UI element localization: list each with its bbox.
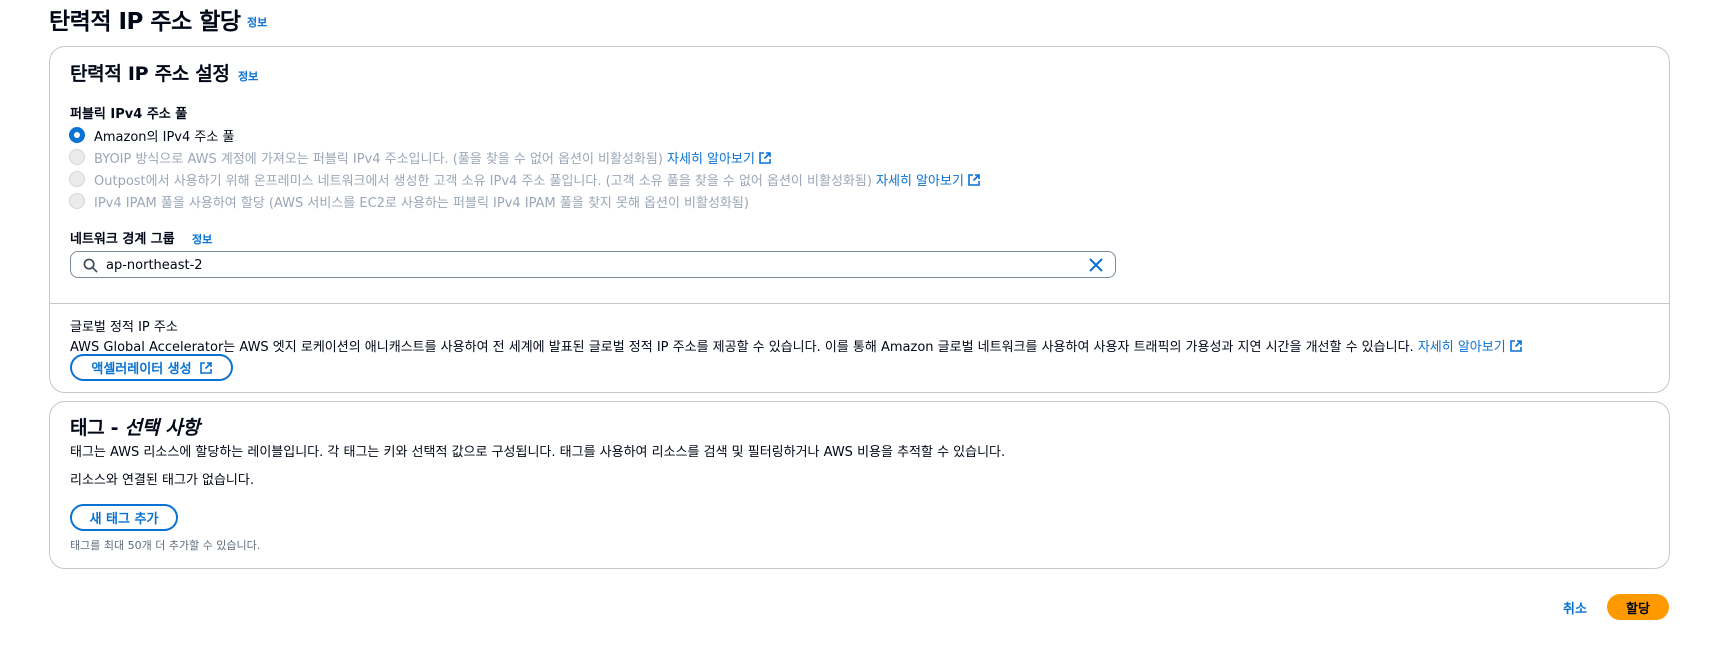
tags-empty-text: 리소스와 연결된 태그가 없습니다. [70, 473, 254, 488]
tags-optional-label: 선택 사항 [124, 417, 200, 439]
network-border-info-link[interactable]: 정보 [192, 231, 212, 247]
radio-ipam-pool [69, 193, 85, 209]
tags-panel [49, 401, 1670, 569]
tags-description: 태그는 AWS 리소스에 할당하는 레이블입니다. 각 태그는 키와 선택적 값… [70, 445, 1006, 460]
close-icon[interactable] [1088, 257, 1104, 273]
pool-label: 퍼블릭 IPv4 주소 풀 [70, 107, 188, 122]
option-byoip-row: BYOIP 방식으로 AWS 계정에 가져오는 퍼블릭 IPv4 주소입니다. … [94, 148, 771, 167]
global-static-ip-description-row: AWS Global Accelerator는 AWS 엣지 로케이션의 애니캐… [70, 336, 1522, 355]
page-info-link[interactable]: 정보 [247, 14, 267, 30]
option-coip-row: Outpost에서 사용하기 위해 온프레미스 네트워크에서 생성한 고객 소유… [94, 170, 980, 189]
section-divider [49, 303, 1670, 304]
create-accelerator-button[interactable]: 액셀러레이터 생성 [70, 354, 233, 381]
tags-limit-note: 태그를 최대 50개 더 추가할 수 있습니다. [70, 539, 261, 552]
external-link-icon [1509, 340, 1522, 352]
coip-learn-more-link[interactable]: 자세히 알아보기 [876, 174, 980, 189]
network-border-group-label: 네트워크 경계 그룹 [70, 232, 175, 247]
settings-info-link[interactable]: 정보 [238, 68, 258, 84]
option-coip-label: Outpost에서 사용하기 위해 온프레미스 네트워크에서 생성한 고객 소유… [94, 174, 872, 189]
radio-byoip-pool [69, 149, 85, 165]
page-title: 탄력적 IP 주소 할당 [49, 9, 241, 35]
settings-title: 탄력적 IP 주소 설정 [70, 63, 230, 85]
allocate-button[interactable]: 할당 [1607, 594, 1669, 620]
external-link-icon [968, 174, 980, 186]
radio-amazon-pool[interactable] [69, 127, 85, 143]
network-border-group-input[interactable] [106, 255, 1066, 275]
add-tag-button[interactable]: 새 태그 추가 [70, 504, 178, 531]
option-amazon-pool-label[interactable]: Amazon의 IPv4 주소 풀 [94, 126, 234, 145]
global-static-ip-description: AWS Global Accelerator는 AWS 엣지 로케이션의 애니캐… [70, 340, 1414, 355]
network-border-group-select[interactable] [70, 251, 1116, 278]
tags-title: 태그 - 선택 사항 [70, 417, 200, 439]
search-icon [83, 258, 98, 273]
external-link-icon [759, 152, 771, 164]
option-ipam-label: IPv4 IPAM 풀을 사용하여 할당 (AWS 서비스를 EC2로 사용하는… [94, 196, 749, 211]
global-static-ip-title: 글로벌 정적 IP 주소 [70, 320, 178, 335]
cancel-button[interactable]: 취소 [1563, 598, 1587, 617]
global-learn-more-link[interactable]: 자세히 알아보기 [1418, 340, 1522, 355]
option-byoip-label: BYOIP 방식으로 AWS 계정에 가져오는 퍼블릭 IPv4 주소입니다. … [94, 152, 663, 167]
create-accelerator-label: 액셀러레이터 생성 [91, 362, 192, 377]
byoip-learn-more-link[interactable]: 자세히 알아보기 [667, 152, 771, 167]
external-link-icon [199, 361, 212, 374]
radio-coip-pool [69, 171, 85, 187]
